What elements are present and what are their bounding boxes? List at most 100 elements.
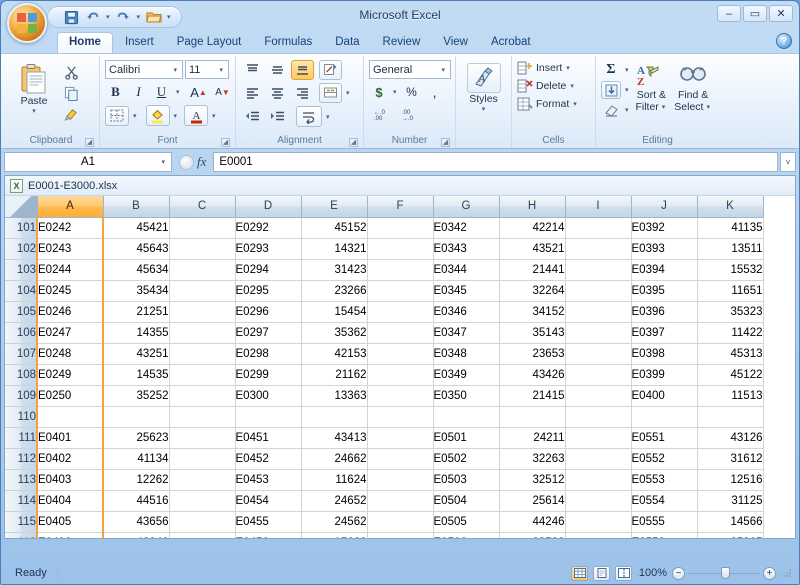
cell-K106[interactable]: 11422: [697, 322, 764, 344]
column-header-E[interactable]: E: [301, 196, 368, 218]
top-align-button[interactable]: [241, 60, 264, 80]
name-box-dropdown-icon[interactable]: ▾: [159, 158, 167, 166]
cell-J110[interactable]: [631, 406, 698, 428]
autosum-button[interactable]: Σ ▾: [601, 61, 631, 79]
row-header[interactable]: 107: [5, 343, 38, 365]
cell-C115[interactable]: [169, 511, 236, 533]
cell-G110[interactable]: [433, 406, 500, 428]
cell-C105[interactable]: [169, 301, 236, 323]
row-header[interactable]: 103: [5, 259, 38, 281]
cell-B102[interactable]: 45643: [103, 238, 170, 260]
cell-D115[interactable]: E0455: [235, 511, 302, 533]
cell-H115[interactable]: 44246: [499, 511, 566, 533]
cell-H111[interactable]: 24211: [499, 427, 566, 449]
cell-K104[interactable]: 11651: [697, 280, 764, 302]
cell-G113[interactable]: E0503: [433, 469, 500, 491]
cell-B112[interactable]: 41134: [103, 448, 170, 470]
column-header-D[interactable]: D: [235, 196, 302, 218]
cell-E115[interactable]: 24562: [301, 511, 368, 533]
normal-view-button[interactable]: [571, 565, 588, 581]
column-header-C[interactable]: C: [169, 196, 236, 218]
cell-G101[interactable]: E0342: [433, 217, 500, 239]
cell-A115[interactable]: E0405: [36, 511, 104, 533]
center-button[interactable]: [266, 83, 289, 103]
cell-I103[interactable]: [565, 259, 632, 281]
cell-B110[interactable]: [103, 406, 170, 428]
cell-I116[interactable]: [565, 532, 632, 538]
cell-C112[interactable]: [169, 448, 236, 470]
row-header[interactable]: 112: [5, 448, 38, 470]
cell-J106[interactable]: E0397: [631, 322, 698, 344]
row-header[interactable]: 115: [5, 511, 38, 533]
cell-D104[interactable]: E0295: [235, 280, 302, 302]
cell-D101[interactable]: E0292: [235, 217, 302, 239]
cell-B116[interactable]: 42246: [103, 532, 170, 538]
cell-A105[interactable]: E0246: [36, 301, 104, 323]
delete-dropdown-icon[interactable]: ▾: [568, 82, 576, 90]
tab-formulas[interactable]: Formulas: [253, 32, 323, 53]
zoom-slider[interactable]: − +: [672, 566, 776, 580]
styles-dropdown-icon[interactable]: ▾: [480, 105, 488, 113]
cell-I102[interactable]: [565, 238, 632, 260]
comma-button[interactable]: ,: [425, 82, 445, 102]
row-header[interactable]: 108: [5, 364, 38, 386]
cell-G109[interactable]: E0350: [433, 385, 500, 407]
sort-filter-button[interactable]: AZ Sort & Filter ▾: [631, 60, 673, 113]
cell-C108[interactable]: [169, 364, 236, 386]
cell-A106[interactable]: E0247: [36, 322, 104, 344]
cell-H114[interactable]: 25614: [499, 490, 566, 512]
cell-A104[interactable]: E0245: [36, 280, 104, 302]
cell-J115[interactable]: E0555: [631, 511, 698, 533]
cell-C107[interactable]: [169, 343, 236, 365]
copy-button[interactable]: [60, 84, 82, 103]
cell-A113[interactable]: E0403: [36, 469, 104, 491]
find-select-button[interactable]: Find & Select ▾: [672, 60, 714, 113]
cell-B109[interactable]: 35252: [103, 385, 170, 407]
wrap-text-button[interactable]: [296, 106, 322, 127]
cell-C113[interactable]: [169, 469, 236, 491]
autosum-dropdown-icon[interactable]: ▾: [623, 66, 631, 74]
merge-center-button[interactable]: [319, 83, 342, 103]
cell-D103[interactable]: E0294: [235, 259, 302, 281]
cell-F105[interactable]: [367, 301, 434, 323]
zoom-in-button[interactable]: +: [763, 566, 776, 580]
cell-D112[interactable]: E0452: [235, 448, 302, 470]
cell-H110[interactable]: [499, 406, 566, 428]
percent-button[interactable]: %: [401, 82, 423, 102]
tab-data[interactable]: Data: [324, 32, 370, 53]
cell-H108[interactable]: 43426: [499, 364, 566, 386]
number-format-combo[interactable]: General ▾: [369, 60, 451, 79]
cell-H103[interactable]: 21441: [499, 259, 566, 281]
cell-B114[interactable]: 44516: [103, 490, 170, 512]
close-button[interactable]: ✕: [769, 5, 793, 22]
cell-B108[interactable]: 14535: [103, 364, 170, 386]
decrease-decimal-button[interactable]: .00 →.0: [397, 105, 423, 125]
column-header-G[interactable]: G: [433, 196, 500, 218]
format-cells-button[interactable]: Format ▾: [517, 96, 579, 112]
cell-H113[interactable]: 32512: [499, 469, 566, 491]
cell-D111[interactable]: E0451: [235, 427, 302, 449]
font-name-combo[interactable]: Calibri ▾: [105, 60, 183, 79]
row-header[interactable]: 113: [5, 469, 38, 491]
clear-dropdown-icon[interactable]: ▾: [623, 106, 631, 114]
cell-G106[interactable]: E0347: [433, 322, 500, 344]
paste-button[interactable]: Paste ▾: [8, 60, 60, 115]
column-header-I[interactable]: I: [565, 196, 632, 218]
font-color-button[interactable]: A: [184, 105, 209, 126]
column-header-H[interactable]: H: [499, 196, 566, 218]
cell-A112[interactable]: E0402: [36, 448, 104, 470]
cell-I108[interactable]: [565, 364, 632, 386]
cut-button[interactable]: [60, 63, 82, 82]
column-header-A[interactable]: A: [37, 196, 104, 218]
select-all-corner[interactable]: [5, 196, 38, 218]
tab-home[interactable]: Home: [57, 32, 113, 53]
cell-K113[interactable]: 12516: [697, 469, 764, 491]
cell-H107[interactable]: 23653: [499, 343, 566, 365]
zoom-level[interactable]: 100%: [637, 567, 667, 579]
alignment-dialog-launcher[interactable]: ◢: [349, 138, 358, 147]
increase-indent-button[interactable]: [266, 107, 289, 127]
wrap-dropdown-icon[interactable]: ▾: [324, 113, 332, 121]
cell-C111[interactable]: [169, 427, 236, 449]
cell-K109[interactable]: 11513: [697, 385, 764, 407]
cell-E116[interactable]: 15662: [301, 532, 368, 538]
